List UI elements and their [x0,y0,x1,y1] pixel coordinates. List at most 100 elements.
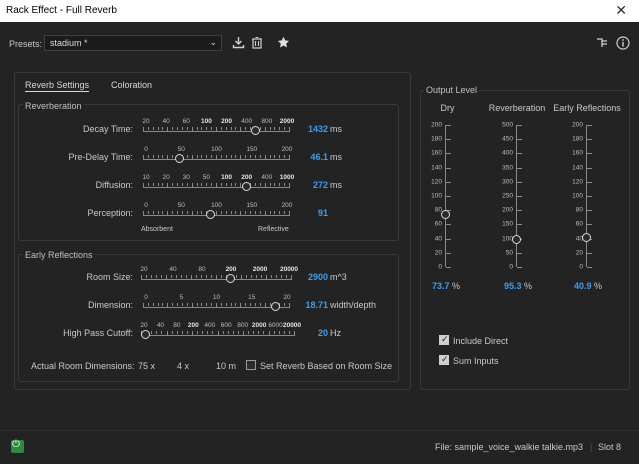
fader-scale-label: 0 [509,263,513,271]
fader-scale-label: 160 [572,149,583,157]
download-icon[interactable] [232,36,245,51]
fader-tick [517,252,522,254]
early-reflections-percent[interactable]: 40.9 % [574,281,602,291]
slider-track[interactable] [143,307,290,308]
fader-tick [517,153,522,155]
high-pass-label: High Pass Cutoff: [63,328,133,338]
high-pass-slider[interactable]: 20 40 80 200 400 600 800 2000 6000 20000 [140,322,301,344]
high-pass-value[interactable]: 20 [288,328,328,338]
dry-percent[interactable]: 73.7 % [432,281,460,291]
slider-handle[interactable] [141,330,150,339]
set-reverb-checkbox[interactable] [246,360,256,370]
fader-scale-label: 100 [431,192,442,200]
pre-delay-unit: ms [330,152,342,162]
slider-tick-label: 20 [162,174,170,181]
routing-icon[interactable] [596,37,608,51]
slider-handle[interactable] [271,302,281,311]
include-direct-checkbox[interactable] [439,334,449,345]
early-reflections-output-label: Early Reflections [553,103,621,113]
fader-scale-label: 160 [431,149,442,157]
chevron-down-icon: ⌄ [209,37,217,47]
perception-label: Perception: [87,208,133,218]
power-toggle-icon[interactable] [11,439,24,453]
fader-scale-label: 0 [438,263,442,271]
pre-delay-value[interactable]: 46.1 [288,152,328,162]
slider-tick-label: 80 [173,322,181,329]
perception-slider[interactable]: 0 50 100 150 200 [143,202,292,224]
fader-scale-label: 180 [431,135,442,143]
fader-tick [587,252,592,254]
fader-tick [446,252,451,254]
decay-time-slider[interactable]: 20 40 60 100 200 400 800 2000 [142,118,294,140]
fader-tick [517,224,522,226]
pre-delay-slider[interactable]: 0 50 100 150 200 [143,146,292,168]
diffusion-slider[interactable]: 10 20 30 50 100 200 400 1000 [142,174,294,196]
sum-inputs-checkbox[interactable] [439,354,449,365]
fader-scale-label: 400 [502,149,513,157]
fader-handle[interactable] [441,210,450,220]
room-size-slider[interactable]: 20 40 80 200 2000 20000 [140,266,298,288]
slider-track[interactable] [143,187,290,188]
fader-scale-label: 180 [572,135,583,143]
room-size-value[interactable]: 2900 [288,272,328,282]
fader-tick [587,267,592,268]
early-reflections-fader[interactable]: 200 180 160 140 120 100 80 60 40 20 0 [546,122,594,271]
slider-tick-label: 200 [221,118,232,125]
slider-track[interactable] [143,131,290,132]
fader-tick [517,139,522,141]
slider-tick-label: 150 [246,202,258,209]
reverberation-percent[interactable]: 95.3 % [504,281,532,291]
tab-coloration[interactable]: Coloration [111,80,152,90]
dimension-slider[interactable]: 0 5 10 15 20 [143,294,291,316]
star-icon[interactable] [277,36,290,51]
reverberation-fader[interactable]: 500 450 400 350 300 250 200 150 100 50 0 [476,122,524,271]
diffusion-value[interactable]: 272 [288,180,328,190]
presets-label: Presets: [9,39,43,49]
slider-tick-label: 200 [225,266,237,273]
fader-scale-label: 140 [572,164,583,172]
slider-track[interactable] [143,159,290,160]
fader-handle[interactable] [582,233,591,243]
decay-time-value[interactable]: 1432 [288,124,328,134]
tab-reverb-settings[interactable]: Reverb Settings [25,80,90,92]
slider-tick-label: 40 [162,118,170,125]
status-slot: Slot 8 [598,442,622,452]
slider-tick-label: 10 [212,294,221,301]
slider-handle[interactable] [250,126,260,135]
slider-tick-label: 200 [187,322,199,329]
fader-scale-label: 120 [431,178,442,186]
dry-fader[interactable]: 200 180 160 140 120 100 80 60 40 20 0 [405,121,453,271]
status-slot-divider: | [590,442,593,452]
slider-track[interactable] [141,279,292,280]
fader-scale-label: 450 [502,135,513,143]
slider-tick-label: 800 [237,322,249,329]
slider-handle[interactable] [174,154,184,163]
presets-dropdown[interactable]: stadium * ⌄ [44,35,222,51]
fader-tick [517,210,522,212]
slider-track[interactable] [143,215,290,216]
fader-tick [446,167,451,169]
trash-icon[interactable] [251,36,263,51]
fader-scale-label: 200 [431,121,442,129]
slider-tick-label: 100 [221,174,232,181]
fader-handle[interactable] [512,235,521,245]
fader-scale-label: 20 [434,249,442,257]
fader-tick [587,181,592,183]
dimension-label: Dimension: [87,300,133,310]
slider-tick-label: 50 [177,146,185,153]
presets-value: stadium * [50,38,88,48]
fader-tick [587,153,592,155]
slider-handle[interactable] [205,210,215,219]
sum-inputs-label: Sum Inputs [453,356,499,366]
slider-tick-label: 50 [202,174,211,181]
fader-scale-label: 200 [502,206,513,214]
decay-time-label: Decay Time: [82,124,133,134]
close-icon[interactable]: ✕ [615,2,627,19]
perception-value[interactable]: 91 [288,208,328,218]
slider-handle[interactable] [242,182,252,191]
info-icon[interactable] [616,36,630,52]
slider-handle[interactable] [226,274,236,283]
dimension-value[interactable]: 18.71 [288,300,328,310]
slider-track[interactable] [141,335,295,336]
slider-tick-label: 800 [261,118,273,125]
